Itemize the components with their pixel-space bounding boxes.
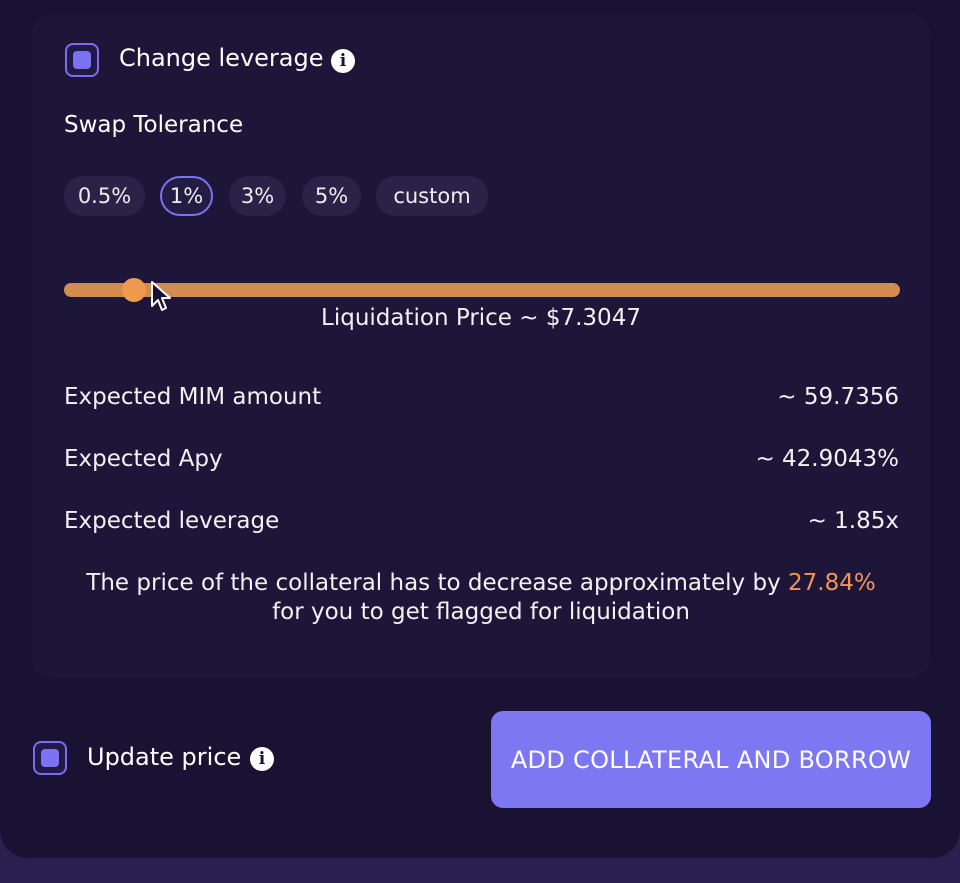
info-icon[interactable]: i <box>250 747 274 771</box>
tolerance-option-3[interactable]: 3% <box>229 176 286 216</box>
stat-label-leverage: Expected leverage <box>64 508 280 534</box>
warning-text-before: The price of the collateral has to decre… <box>86 570 788 596</box>
tolerance-option-1[interactable]: 1% <box>160 176 213 216</box>
stat-label-mim-amount: Expected MIM amount <box>64 384 322 410</box>
update-price-checkbox[interactable] <box>33 741 67 775</box>
warning-percent: 27.84% <box>788 570 876 596</box>
stat-label-apy: Expected Apy <box>64 446 223 472</box>
update-price-label: Update price <box>87 743 242 771</box>
tolerance-option-custom[interactable]: custom <box>376 176 488 216</box>
stat-value-mim-amount: ~ 59.7356 <box>777 384 899 410</box>
stat-value-leverage: ~ 1.85x <box>807 508 899 534</box>
checkbox-mark <box>73 51 91 69</box>
add-collateral-and-borrow-button[interactable]: ADD COLLATERAL AND BORROW <box>491 711 931 808</box>
tolerance-option-5[interactable]: 5% <box>302 176 361 216</box>
change-leverage-label: Change leverage <box>119 44 324 72</box>
liquidation-price: Liquidation Price ~ $7.3047 <box>321 305 641 331</box>
stat-value-apy: ~ 42.9043% <box>755 446 899 472</box>
checkbox-mark <box>41 749 59 767</box>
info-icon[interactable]: i <box>331 49 355 73</box>
leverage-slider-track[interactable] <box>64 283 900 297</box>
swap-tolerance-title: Swap Tolerance <box>64 112 244 138</box>
leverage-slider-thumb[interactable] <box>122 278 146 302</box>
warning-text-after: for you to get flagged for liquidation <box>272 599 690 625</box>
change-leverage-checkbox[interactable] <box>65 43 99 77</box>
tolerance-option-0-5[interactable]: 0.5% <box>64 176 145 216</box>
liquidation-warning: The price of the collateral has to decre… <box>32 569 930 627</box>
